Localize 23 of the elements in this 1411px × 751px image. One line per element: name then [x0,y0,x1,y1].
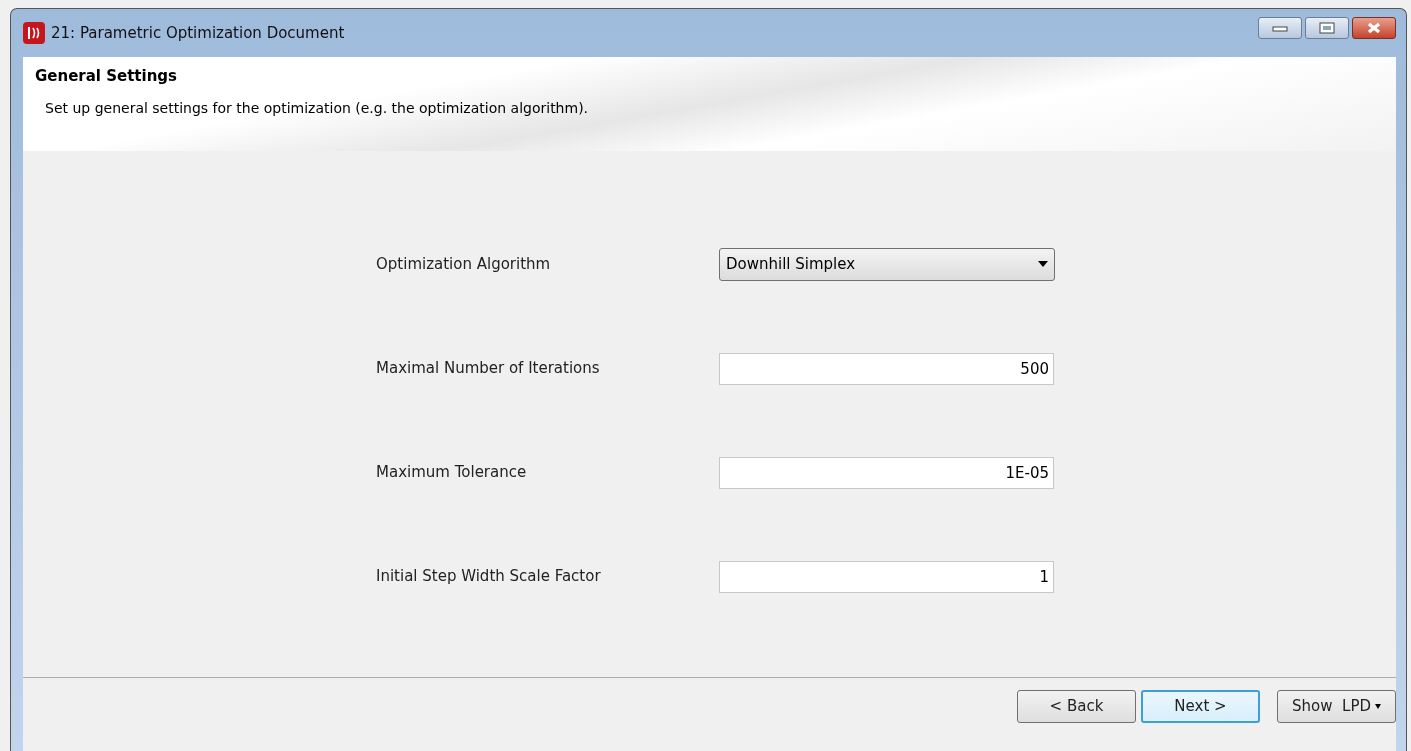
window-title: 21: Parametric Optimization Document [51,22,345,44]
setting-label: Initial Step Width Scale Factor [376,566,602,588]
app-icon [23,22,45,44]
close-icon [1366,22,1382,34]
section-description: Set up general settings for the optimization (e.g. the optimization algorithm). [45,98,590,118]
number-field[interactable]: 500 [719,352,1054,385]
minimize-button[interactable] [1258,17,1302,39]
number-field[interactable]: 1 [719,560,1054,593]
section-title: General Settings [35,66,179,87]
caret-icon [1375,704,1381,709]
setting-label: Maximum Tolerance [376,462,528,484]
close-button[interactable] [1352,17,1396,39]
number-field[interactable]: 1E-05 [719,456,1054,489]
menu-button[interactable]: Show LPD [1277,690,1396,723]
algorithm-dropdown[interactable]: Downhill Simplex [719,247,1055,281]
nav-button[interactable]: < Back [1017,690,1136,723]
maximize-button[interactable] [1305,17,1349,39]
maximize-icon [1319,22,1335,34]
nav-button[interactable]: Next > [1141,690,1260,723]
setting-label: Maximal Number of Iterations [376,358,601,380]
caret-icon [1038,261,1048,267]
minimize-icon [1272,24,1288,32]
setting-label: Optimization Algorithm [376,253,552,275]
